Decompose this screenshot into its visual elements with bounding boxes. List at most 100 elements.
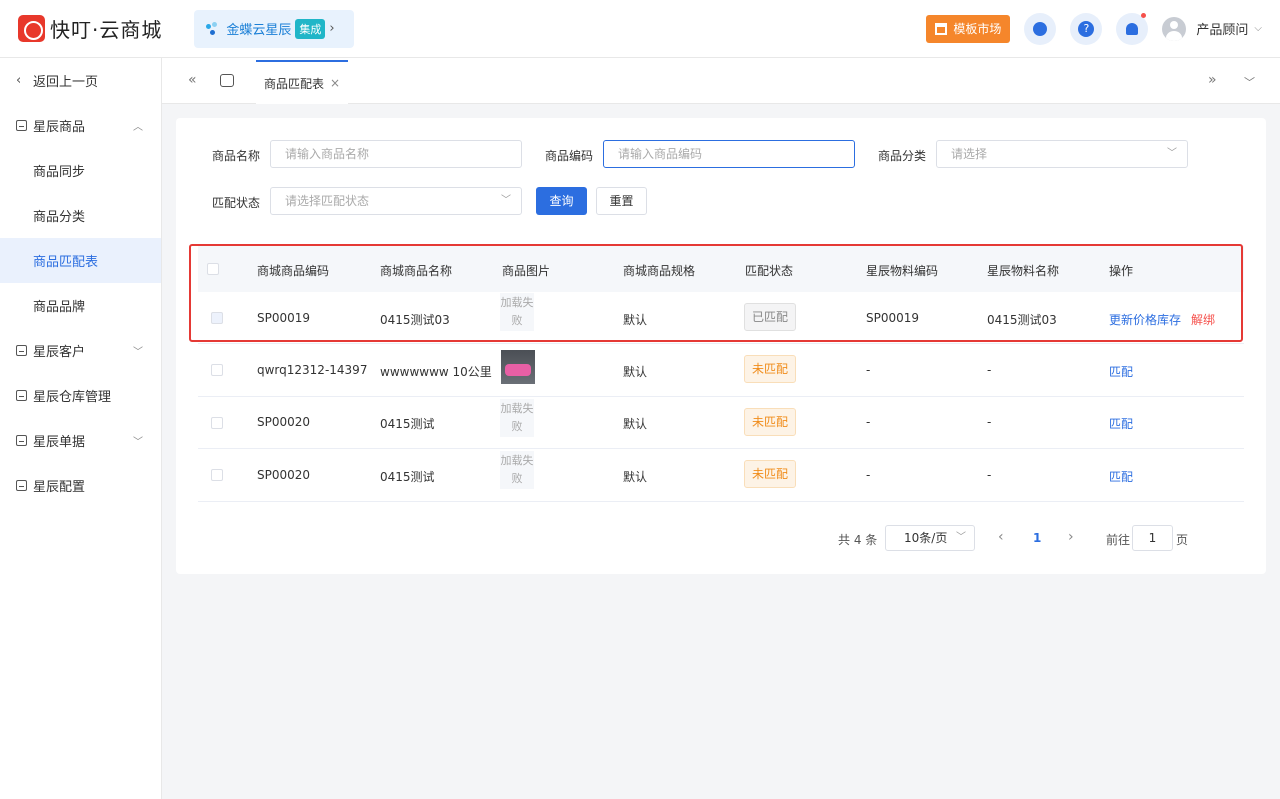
chevron-left-icon: ‹ bbox=[16, 73, 22, 88]
page-number-current[interactable]: 1 bbox=[1033, 531, 1041, 545]
row-checkbox[interactable] bbox=[211, 417, 223, 429]
row-checkbox[interactable] bbox=[211, 469, 223, 481]
reset-button[interactable]: 重置 bbox=[596, 187, 647, 215]
notification-button[interactable] bbox=[1116, 12, 1149, 45]
product-code: qwrq12312-14397 bbox=[257, 363, 368, 377]
double-chevron-left-icon[interactable]: « bbox=[188, 72, 197, 88]
sidebar-item-label: 星辰单据 bbox=[33, 435, 86, 450]
tab-label: 商品匹配表 bbox=[263, 76, 324, 91]
back-link[interactable]: ‹ 返回上一页 bbox=[0, 58, 161, 103]
integration-switcher[interactable]: 金蝶云星辰 集成 › bbox=[194, 9, 355, 48]
status-badge: 未匹配 bbox=[744, 355, 796, 383]
template-icon bbox=[935, 22, 948, 35]
sidebar-item-product-brand[interactable]: 商品品牌 bbox=[0, 283, 161, 328]
page-size-select[interactable]: 10条/页 ﹀ bbox=[885, 525, 975, 551]
chevron-right-icon: › bbox=[329, 21, 335, 36]
sidebar-item-label: 星辰客户 bbox=[33, 345, 86, 360]
table-row: qwrq12312-14397 wwwwwww 10公里 默认 未匹配 - - … bbox=[198, 344, 1244, 397]
customer-service-button[interactable] bbox=[1024, 12, 1057, 45]
category-select[interactable]: 请选择 ﹀ bbox=[936, 140, 1188, 168]
sidebar-item-label: 星辰商品 bbox=[33, 120, 86, 135]
product-name: 0415测试 bbox=[380, 417, 435, 431]
top-header: 快叮·云商城 金蝶云星辰 集成 › 模板市场 ? 产品顾问 ⌵ bbox=[0, 0, 1280, 58]
prev-page-button[interactable]: ‹ bbox=[998, 529, 1004, 545]
menu-icon bbox=[16, 390, 27, 401]
sidebar-item-label: 商品匹配表 bbox=[33, 255, 99, 270]
product-code: SP00020 bbox=[257, 415, 311, 429]
chevron-down-icon[interactable]: ⌵ bbox=[1254, 23, 1262, 34]
avatar[interactable] bbox=[1162, 16, 1187, 41]
product-spec: 默认 bbox=[623, 417, 648, 431]
customer-service-icon bbox=[1033, 21, 1048, 36]
highlight-box bbox=[189, 244, 1243, 342]
sidebar: ‹ 返回上一页 星辰商品 ︿ 商品同步 商品分类 商品匹配表 商品品牌 星辰客户… bbox=[0, 58, 162, 799]
chevron-down-icon: ﹀ bbox=[1167, 148, 1177, 159]
user-name[interactable]: 产品顾问 bbox=[1196, 19, 1248, 38]
material-code: - bbox=[866, 363, 871, 377]
match-status-placeholder: 请选择匹配状态 bbox=[285, 194, 370, 208]
main-panel: 商品名称 请输入商品名称 商品编码 请输入商品编码 商品分类 请选择 ﹀ 匹配状… bbox=[176, 118, 1266, 574]
product-code: SP00020 bbox=[257, 468, 311, 482]
app-logo[interactable]: 快叮·云商城 bbox=[18, 14, 162, 43]
match-link[interactable]: 匹配 bbox=[1109, 363, 1133, 380]
integration-badge: 集成 bbox=[295, 18, 326, 39]
chevron-down-icon[interactable]: ﹀ bbox=[1244, 74, 1255, 90]
sidebar-item-product-category[interactable]: 商品分类 bbox=[0, 193, 161, 238]
sidebar-item-label: 星辰配置 bbox=[33, 480, 86, 495]
match-link[interactable]: 匹配 bbox=[1109, 415, 1133, 432]
sidebar-item-xingchen-warehouse[interactable]: 星辰仓库管理 bbox=[0, 373, 161, 418]
double-chevron-right-icon[interactable]: » bbox=[1208, 72, 1217, 88]
query-button[interactable]: 查询 bbox=[536, 187, 587, 215]
sidebar-item-xingchen-config[interactable]: 星辰配置 bbox=[0, 463, 161, 508]
status-badge: 未匹配 bbox=[744, 408, 796, 436]
product-spec: 默认 bbox=[623, 365, 648, 379]
product-code-input[interactable]: 请输入商品编码 bbox=[603, 140, 855, 168]
material-name: - bbox=[987, 363, 992, 377]
sidebar-item-label: 星辰仓库管理 bbox=[33, 390, 112, 405]
product-thumbnail[interactable] bbox=[501, 350, 535, 384]
sidebar-item-xingchen-customers[interactable]: 星辰客户 ﹀ bbox=[0, 328, 161, 373]
table-row: SP00020 0415测试 加载失败 默认 未匹配 - - 匹配 bbox=[198, 449, 1244, 502]
integration-name: 金蝶云星辰 bbox=[226, 23, 292, 38]
next-page-button[interactable]: › bbox=[1068, 529, 1074, 545]
menu-icon bbox=[16, 480, 27, 491]
sidebar-item-product-sync[interactable]: 商品同步 bbox=[0, 148, 161, 193]
code-filter-label: 商品编码 bbox=[545, 149, 594, 163]
bell-icon bbox=[1126, 22, 1139, 35]
chevron-down-icon: ﹀ bbox=[133, 437, 143, 448]
match-status-select[interactable]: 请选择匹配状态 ﹀ bbox=[270, 187, 522, 215]
product-name: wwwwwww 10公里 bbox=[380, 365, 492, 379]
name-filter-label: 商品名称 bbox=[212, 149, 261, 163]
tab-bar: « 商品匹配表 × » ﹀ bbox=[162, 58, 1280, 104]
category-select-placeholder: 请选择 bbox=[951, 147, 988, 161]
tab-product-match-table[interactable]: 商品匹配表 × bbox=[256, 60, 348, 104]
template-market-label: 模板市场 bbox=[953, 22, 1002, 36]
goto-label: 前往 bbox=[1106, 533, 1131, 547]
help-icon: ? bbox=[1078, 20, 1095, 37]
close-icon[interactable]: × bbox=[330, 76, 340, 90]
product-image-failed: 加载失败 bbox=[500, 451, 534, 489]
home-icon[interactable] bbox=[220, 74, 234, 87]
sidebar-item-xingchen-documents[interactable]: 星辰单据 ﹀ bbox=[0, 418, 161, 463]
back-label: 返回上一页 bbox=[33, 75, 99, 90]
page-unit-label: 页 bbox=[1176, 533, 1189, 547]
row-checkbox[interactable] bbox=[211, 364, 223, 376]
sidebar-item-product-match-table[interactable]: 商品匹配表 bbox=[0, 238, 161, 283]
goto-page-input[interactable]: 1 bbox=[1132, 525, 1173, 551]
product-spec: 默认 bbox=[623, 470, 648, 484]
help-button[interactable]: ? bbox=[1070, 12, 1103, 45]
chevron-down-icon: ﹀ bbox=[501, 195, 511, 206]
chevron-down-icon: ﹀ bbox=[956, 532, 966, 543]
product-image-failed: 加载失败 bbox=[500, 399, 534, 437]
match-link[interactable]: 匹配 bbox=[1109, 468, 1133, 485]
sidebar-item-xingchen-products[interactable]: 星辰商品 ︿ bbox=[0, 103, 161, 148]
material-name: - bbox=[987, 468, 992, 482]
chevron-down-icon: ﹀ bbox=[133, 347, 143, 358]
material-code: - bbox=[866, 415, 871, 429]
sidebar-item-label: 商品分类 bbox=[33, 210, 86, 225]
menu-icon bbox=[16, 435, 27, 446]
product-name-input[interactable]: 请输入商品名称 bbox=[270, 140, 522, 168]
menu-icon bbox=[16, 345, 27, 356]
notification-dot bbox=[1141, 12, 1147, 18]
template-market-button[interactable]: 模板市场 bbox=[926, 14, 1011, 43]
